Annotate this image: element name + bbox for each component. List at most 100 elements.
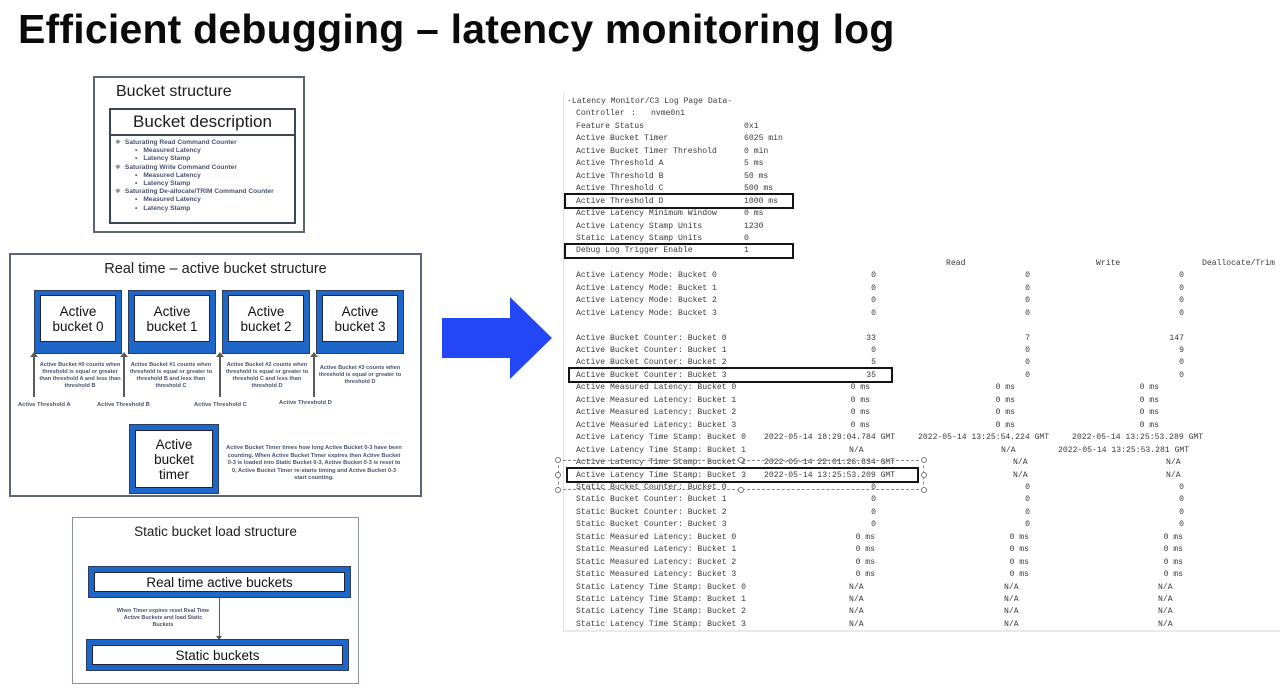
active-bucket-1-box: Active bucket 1 (128, 290, 216, 354)
log-cell-write: 0 (1025, 296, 1030, 306)
diamond-bullet-icon: ❖ (115, 139, 121, 146)
log-cell-dealloc: 0 (1179, 296, 1184, 306)
log-cell-dealloc: N/A (1158, 619, 1173, 629)
realtime-bucket-diagram: Real time – active bucket structure Acti… (9, 253, 422, 497)
bucket-3-note: Active Bucket #3 counts when threshold i… (318, 365, 402, 385)
log-cell-dealloc: N/A (1158, 582, 1173, 592)
bullet-icon: • (135, 171, 138, 179)
realtime-title: Real time – active bucket structure (104, 261, 327, 277)
log-cell-write: 0 ms (1009, 557, 1029, 567)
log-cell-read: N/A (849, 619, 864, 629)
setting-value: 1230 (744, 221, 764, 231)
resize-handle[interactable] (555, 471, 561, 478)
resize-handle[interactable] (921, 471, 927, 478)
static-load-title: Static bucket load structure (134, 524, 297, 539)
log-row-label: Active Measured Latency: Bucket 3 (576, 420, 737, 430)
log-cell-dealloc: 0 (1179, 520, 1184, 530)
description-item-text: Latency Stamp (143, 180, 191, 188)
log-cell-read: N/A (849, 607, 864, 617)
controller-value: nvme0n1 (651, 109, 685, 119)
resize-handle[interactable] (555, 456, 561, 463)
log-cell-read: 0 ms (850, 395, 870, 405)
resize-handle[interactable] (921, 456, 927, 463)
setting-value: 50 ms (744, 171, 769, 181)
description-item: • Latency Stamp (115, 205, 294, 213)
log-cell-write: 0 (1025, 358, 1030, 368)
log-cell-write: N/A (1004, 595, 1019, 604)
threshold-c-label: Active Threshold C (194, 402, 247, 408)
log-cell-read: 33 (866, 333, 876, 343)
log-row-label: Active Latency Mode: Bucket 3 (576, 308, 717, 318)
static-buckets-box: Static buckets (86, 639, 349, 671)
column-header-write: Write (1096, 258, 1121, 268)
log-cell-read: 0 (871, 520, 876, 530)
column-header-deallocate-trim: Deallocate/Trim (1202, 258, 1275, 268)
log-cell-write: 0 ms (995, 420, 1015, 430)
setting-label: Active Latency Minimum Window (576, 209, 717, 219)
log-cell-read: N/A (849, 445, 864, 455)
log-row-label: Active Latency Mode: Bucket 1 (576, 283, 717, 293)
setting-label: Feature Status (576, 121, 644, 131)
log-row-label: Active Latency Time Stamp: Bucket 1 (576, 445, 746, 455)
threshold-d-label: Active Threshold D (279, 400, 332, 406)
log-cell-read: 0 (871, 507, 876, 517)
log-cell-dealloc: N/A (1166, 470, 1181, 480)
bucket-structure-title: Bucket structure (116, 83, 232, 100)
log-row-label: Active Bucket Counter: Bucket 0 (576, 333, 727, 343)
right-arrow-icon (442, 297, 552, 379)
static-bucket-load-diagram: Static bucket load structure Real time a… (72, 517, 359, 684)
log-row-label: Active Measured Latency: Bucket 1 (576, 395, 737, 405)
log-row-label: Active Latency Mode: Bucket 2 (576, 296, 717, 306)
log-row-label: Static Latency Time Stamp: Bucket 3 (576, 619, 746, 629)
log-cell-read: 0 ms (855, 557, 875, 567)
log-row-label: Active Latency Mode: Bucket 0 (576, 271, 717, 281)
timer-note: Active Bucket Timer times how long Activ… (226, 445, 402, 482)
log-cell-dealloc: 0 ms (1163, 532, 1183, 542)
log-cell-write: 0 (1025, 370, 1030, 380)
description-item-text: Saturating Write Command Counter (124, 163, 237, 171)
description-item-text: Measured Latency (143, 147, 201, 155)
log-cell-dealloc: N/A (1158, 607, 1173, 617)
selection-rectangle[interactable] (558, 459, 924, 490)
resize-handle[interactable] (738, 456, 744, 463)
setting-value: 0x1 (744, 121, 759, 131)
setting-value: 0 min (744, 146, 769, 156)
description-item: • Latency Stamp (115, 180, 294, 188)
realtime-active-buckets-box: Real time active buckets (88, 566, 351, 598)
log-cell-write: 0 (1025, 482, 1030, 492)
setting-label: Active Threshold B (576, 171, 664, 181)
resize-handle[interactable] (738, 486, 744, 493)
resize-handle[interactable] (921, 486, 927, 493)
active-bucket-3-label: Active bucket 3 (334, 303, 386, 334)
log-cell-read: 0 ms (855, 570, 875, 580)
log-cell-dealloc: 0 ms (1163, 570, 1183, 580)
log-header: -Latency Monitor/C3 Log Page Data- (567, 97, 733, 106)
bucket-description-header: Bucket description (109, 108, 296, 136)
highlight-box (564, 193, 794, 210)
log-cell-dealloc: 0 ms (1139, 408, 1159, 418)
resize-handle[interactable] (555, 486, 561, 493)
log-cell-dealloc: N/A (1166, 458, 1181, 468)
log-cell-dealloc: 0 (1179, 308, 1184, 318)
log-cell-dealloc: N/A (1158, 595, 1173, 604)
description-item: ❖ Saturating Write Command Counter (115, 164, 294, 172)
threshold-d-arrow-icon (310, 352, 318, 397)
log-cell-write: 0 ms (1009, 570, 1029, 580)
threshold-b-arrow-icon (120, 352, 128, 397)
log-cell-write: 0 ms (1009, 545, 1029, 555)
log-cell-write: 0 ms (995, 408, 1015, 418)
active-bucket-timer-label: Active bucket timer (154, 436, 194, 482)
bucket-structure-diagram: Bucket structure Bucket description ❖ Sat… (93, 76, 305, 233)
log-cell-write: N/A (1004, 619, 1019, 629)
active-bucket-1-label: Active bucket 1 (146, 303, 198, 334)
highlight-box (564, 242, 794, 259)
bucket-description-list: ❖ Saturating Read Command Counter • Measure… (109, 135, 296, 224)
log-cell-read: 0 (871, 495, 876, 505)
active-bucket-3-box: Active bucket 3 (316, 290, 404, 354)
log-cell-dealloc: 0 ms (1139, 383, 1159, 393)
log-cell-read: 2022-05-14 18:29:04.784 GMT (764, 433, 896, 443)
log-cell-dealloc: 0 (1179, 271, 1184, 281)
latency-monitor-log: -Latency Monitor/C3 Log Page Data- Contro… (555, 93, 1280, 632)
realtime-active-buckets-label: Real time active buckets (94, 572, 345, 592)
log-cell-read: 0 ms (855, 532, 875, 542)
